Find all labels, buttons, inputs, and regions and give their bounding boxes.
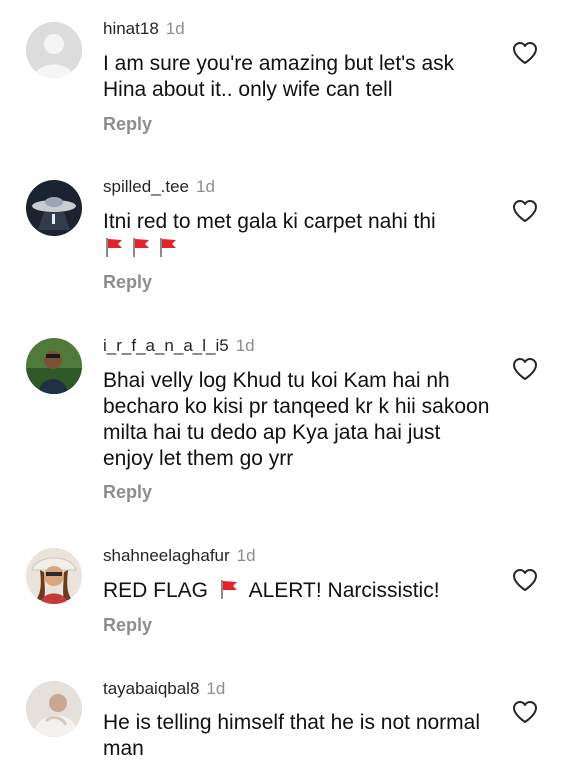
comment-text-part: ALERT! Narcissistic! (248, 579, 440, 602)
heart-icon[interactable] (512, 568, 538, 592)
timestamp: 1d (236, 546, 256, 565)
default-avatar-icon (26, 22, 82, 78)
avatar[interactable] (26, 681, 82, 737)
comment-text-part: RED FLAG (103, 579, 209, 602)
heart-icon[interactable] (512, 41, 538, 65)
reply-button[interactable]: Reply (103, 113, 152, 135)
person-avatar-image (26, 338, 82, 394)
comment-meta: tayabaiqbal8 1d (103, 678, 225, 700)
red-flag-icon (130, 236, 152, 258)
heart-icon[interactable] (512, 357, 538, 381)
username[interactable]: shahneelaghafur (103, 546, 230, 565)
comment-text: He is telling himself that he is not nor… (103, 711, 481, 760)
reply-button[interactable]: Reply (103, 271, 152, 293)
comment-meta: i_r_f_a_n_a_l_i5 1d (103, 335, 255, 357)
avatar[interactable] (26, 338, 82, 394)
username[interactable]: hinat18 (103, 19, 159, 38)
heart-icon[interactable] (512, 199, 538, 223)
person-avatar-image (26, 681, 82, 737)
timestamp: 1d (196, 177, 215, 196)
timestamp: 1d (165, 19, 185, 38)
avatar[interactable] (26, 180, 82, 236)
avatar[interactable] (26, 548, 82, 604)
username[interactable]: spilled_.tee (103, 177, 189, 196)
reply-button[interactable]: Reply (103, 481, 152, 503)
emoji-row (103, 236, 184, 260)
red-flag-icon (218, 578, 240, 600)
heart-icon[interactable] (512, 700, 538, 724)
comment-text: Itni red to met gala ki carpet nahi thi (103, 210, 436, 233)
comment-meta: shahneelaghafur 1d (103, 545, 256, 567)
comment-meta: spilled_.tee 1d (103, 176, 215, 198)
comment-text: I am sure you're amazing but let's ask H… (103, 52, 455, 101)
comment-text: RED FLAG ALERT! Narcissistic! (103, 578, 493, 604)
timestamp: 1d (206, 679, 226, 698)
red-flag-icon (157, 236, 179, 258)
comment-text: Bhai velly log Khud tu koi Kam hai nh be… (103, 369, 490, 470)
person-avatar-image (26, 548, 82, 604)
username[interactable]: tayabaiqbal8 (103, 679, 199, 698)
red-flag-icon (103, 236, 125, 258)
comment-meta: hinat18 1d (103, 18, 185, 40)
ufo-avatar-image (26, 180, 82, 236)
reply-button[interactable]: Reply (103, 614, 152, 636)
timestamp: 1d (235, 336, 255, 355)
avatar[interactable] (26, 22, 82, 78)
username[interactable]: i_r_f_a_n_a_l_i5 (103, 336, 229, 355)
